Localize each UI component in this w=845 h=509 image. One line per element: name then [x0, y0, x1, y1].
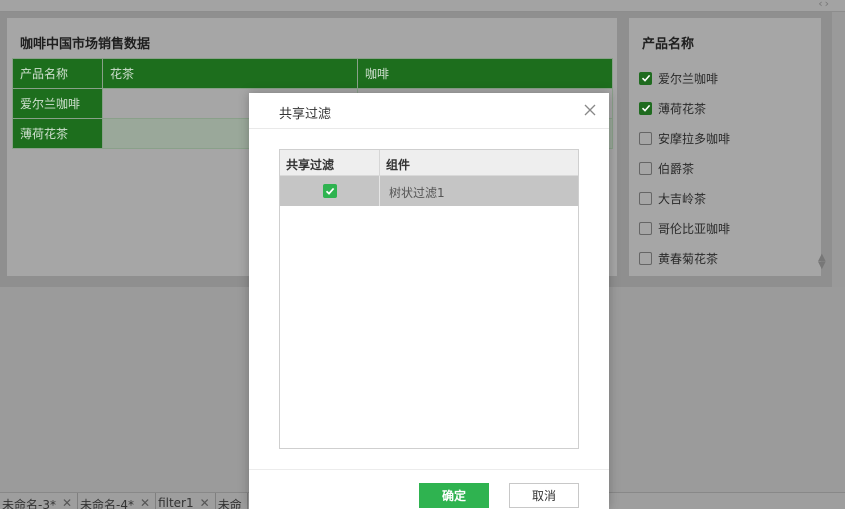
confirm-button[interactable]: 确定 — [419, 483, 489, 508]
filter-option-label: 伯爵茶 — [658, 161, 695, 176]
column-header-shared-filter: 共享过滤 — [280, 150, 380, 175]
checkbox-unchecked-icon[interactable] — [639, 161, 652, 175]
dialog-footer: 确定 取消 — [249, 469, 609, 509]
sheet-tab[interactable]: 未命 — [216, 493, 248, 509]
top-strip: ‹› — [0, 0, 845, 12]
filter-option-list: 爱尔兰咖啡 薄荷花茶 安摩拉多咖啡 伯爵茶 大吉岭茶 哥伦比亚咖啡 黄春菊花茶 — [639, 63, 730, 273]
checkbox-checked-icon[interactable] — [639, 101, 652, 115]
checkbox-unchecked-icon[interactable] — [639, 191, 652, 205]
filter-panel-title: 产品名称 — [642, 37, 695, 52]
filter-option[interactable]: 薄荷花茶 — [639, 93, 730, 123]
cancel-button[interactable]: 取消 — [509, 483, 579, 508]
sheet-tab-label: filter1 — [158, 496, 194, 509]
report-column-header: 咖啡 — [357, 58, 613, 89]
sheet-tab-label: 未命名-3* — [2, 498, 56, 509]
sheet-tab[interactable]: 未命名-4* ✕ — [78, 493, 157, 509]
column-header-component: 组件 — [386, 158, 411, 172]
filter-option[interactable]: 黄春菊花茶 — [639, 243, 730, 273]
filter-option[interactable]: 伯爵茶 — [639, 153, 730, 183]
corner-arrows-icon: ‹› — [818, 0, 831, 10]
report-row-header: 薄荷花茶 — [12, 118, 103, 149]
dialog-title: 共享过滤 — [279, 107, 332, 122]
component-name: 树状过滤1 — [389, 186, 445, 200]
sheet-tab[interactable]: 未命名-3* ✕ — [0, 493, 79, 509]
scroll-arrows-icon[interactable]: ▲ ▼ — [818, 253, 826, 271]
filter-option-label: 大吉岭茶 — [658, 191, 707, 206]
filter-option-label: 哥伦比亚咖啡 — [658, 221, 731, 236]
report-table-header-row: 产品名称 花茶 咖啡 — [12, 58, 613, 89]
report-title: 咖啡中国市场销售数据 — [20, 37, 151, 52]
checkmark-icon[interactable] — [322, 184, 337, 198]
product-filter-panel: 产品名称 爱尔兰咖啡 薄荷花茶 安摩拉多咖啡 伯爵茶 大吉岭茶 哥伦比亚咖啡 黄… — [629, 18, 821, 276]
tab-close-icon[interactable]: ✕ — [62, 496, 72, 509]
dialog-header: 共享过滤 — [249, 93, 609, 129]
report-table-corner: 产品名称 — [12, 58, 103, 89]
filter-option[interactable]: 安摩拉多咖啡 — [639, 123, 730, 153]
filter-option-label: 安摩拉多咖啡 — [658, 131, 731, 146]
shared-filter-table-header: 共享过滤 组件 — [280, 150, 578, 176]
report-row-header: 爱尔兰咖啡 — [12, 88, 103, 119]
tab-close-icon[interactable]: ✕ — [200, 496, 210, 509]
sheet-tab-label: 未命名-4* — [80, 498, 134, 509]
table-row[interactable]: 树状过滤1 — [280, 176, 578, 206]
filter-option-label: 爱尔兰咖啡 — [658, 71, 719, 86]
checkbox-checked-icon[interactable] — [639, 71, 652, 85]
shared-filter-dialog: 共享过滤 共享过滤 组件 树状过滤1 确定 取消 — [249, 93, 609, 509]
shared-filter-cell — [280, 176, 380, 206]
sheet-tab[interactable]: filter1 ✕ — [156, 493, 216, 509]
checkbox-unchecked-icon[interactable] — [639, 221, 652, 235]
close-icon[interactable] — [583, 103, 597, 117]
report-column-header: 花茶 — [102, 58, 358, 89]
filter-option-label: 薄荷花茶 — [658, 101, 707, 116]
shared-filter-table: 共享过滤 组件 树状过滤1 — [279, 149, 579, 449]
filter-option-label: 黄春菊花茶 — [658, 251, 719, 266]
checkbox-unchecked-icon[interactable] — [639, 131, 652, 145]
filter-option[interactable]: 哥伦比亚咖啡 — [639, 213, 730, 243]
filter-option[interactable]: 爱尔兰咖啡 — [639, 63, 730, 93]
tab-close-icon[interactable]: ✕ — [140, 496, 150, 509]
sheet-tab-label: 未命 — [217, 498, 242, 509]
filter-option[interactable]: 大吉岭茶 — [639, 183, 730, 213]
checkbox-unchecked-icon[interactable] — [639, 251, 652, 265]
